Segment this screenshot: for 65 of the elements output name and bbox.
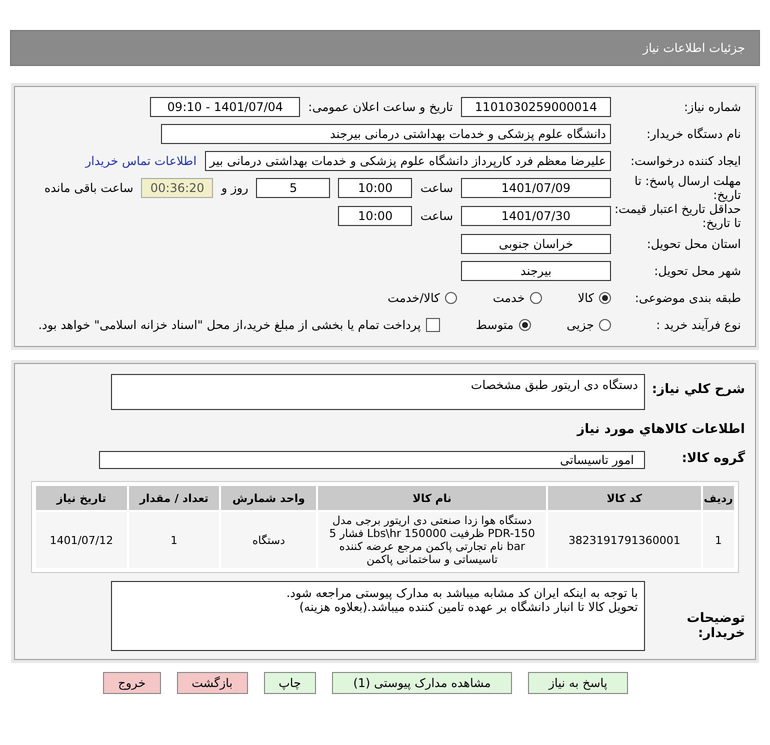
field-label: مهلت ارسال پاسخ: تا تاریخ: [633, 174, 742, 202]
notes-text: تحویل کالا تا انبار دانشگاه بر عهده تامین کننده میباشد.(بعلاوه هزینه) [298, 600, 638, 614]
radio-label: کالا/خدمت [388, 290, 440, 304]
notes-text: با توجه به اینکه ایران کد مشابه میباشد به مدارک پیوستی مراجعه شود. [285, 586, 638, 600]
field-label: شرح كلي نياز: [650, 381, 745, 397]
input-field[interactable]: علیرضا معظم فرد کارپرداز دانشگاه علوم پزشکی و خدمات بهداشتی درمانی بیر [204, 150, 611, 170]
input-field[interactable]: 1401/07/09 [461, 178, 611, 198]
field-label: استان محل تحویل: [646, 236, 742, 250]
field-label: نوع فرآیند خرید : [655, 318, 742, 332]
radio-label: متوسط [476, 318, 514, 332]
section-title: اطلاعات كالاهاي مورد نياز [576, 422, 745, 437]
input-field[interactable]: 10:00 [338, 206, 412, 226]
field-text: ساعت [420, 209, 453, 223]
radio-button[interactable] [599, 292, 611, 304]
action-button[interactable]: بازگشت [176, 672, 248, 694]
radio-label: خدمت [492, 290, 525, 304]
column-header: ردیف [702, 486, 734, 510]
action-button[interactable]: چاپ [264, 672, 316, 694]
field-label: طبقه بندی موضوعی: [634, 290, 742, 304]
input-field[interactable]: 1101030259000014 [461, 96, 611, 116]
field-label: گروه كالا: [680, 451, 745, 466]
field-text: تاریخ و ساعت اعلان عمومی: [308, 100, 453, 114]
table-cell: 1 [128, 512, 220, 568]
field-label: شهر محل تحویل: [653, 264, 742, 278]
field-text: ساعت باقی مانده [44, 181, 134, 195]
countdown-field: 00:36:20 [141, 178, 214, 198]
input-field: امور تاسیساتی [99, 451, 645, 469]
input-field[interactable]: 10:00 [338, 178, 412, 198]
radio-button[interactable] [599, 318, 611, 330]
page-title: جزئیات اطلاعات نیاز [642, 41, 745, 55]
table-cell: دستگاه هوا زدا صنعتی دی اریتور برجی مدل PDR-150 ظرفیت 150000 Lbs\hr فشار 5 bar نام تجارتی پاکمن مرجع عرضه کننده تاسیساتی و ساختمانی پاکمن [318, 512, 546, 568]
action-button[interactable]: مشاهده مدارک پیوستی (1) [332, 672, 512, 694]
input-field[interactable]: بیرجند [461, 260, 611, 280]
radio-label: کالا [578, 290, 594, 304]
input-field[interactable]: دانشگاه علوم پزشکی و خدمات بهداشتی درمانی بیرجند [161, 124, 611, 144]
table-cell: 1401/07/12 [36, 512, 127, 568]
field-label: حداقل تاریخ اعتبار قیمت: تا تاریخ: [613, 202, 742, 230]
input-field[interactable]: خراسان جنوبی [461, 234, 611, 254]
table-cell: 1 [702, 512, 734, 568]
field-label: شماره نیاز: [683, 100, 742, 114]
field-label: ایجاد کننده درخواست: [629, 154, 742, 168]
contact-link[interactable]: اطلاعات تماس خریدار [85, 154, 197, 168]
field-label: نام دستگاه خریدار: [646, 126, 742, 140]
radio-label: جزیی [566, 318, 594, 332]
field-text: ساعت [420, 181, 453, 195]
checkbox[interactable] [426, 318, 440, 332]
input-field[interactable]: 5 [256, 178, 330, 198]
input-field[interactable]: 1401/07/30 [461, 206, 611, 226]
radio-button[interactable] [530, 292, 542, 304]
input-field[interactable]: 1401/07/04 - 09:10 [150, 96, 300, 116]
column-header: واحد شمارش [221, 486, 316, 510]
action-button[interactable]: خروج [103, 672, 161, 694]
description-field: دستگاه دی اریتور طبق مشخصات [111, 374, 645, 410]
radio-button[interactable] [444, 292, 457, 304]
column-header: کد کالا [548, 486, 701, 510]
checkbox-label: پرداخت تمام یا بخشی از مبلغ خرید،از محل "اسناد خزانه اسلامی" خواهد بود. [38, 318, 421, 332]
radio-button[interactable] [518, 318, 531, 330]
field-label: توضیحات خریدار: [686, 610, 745, 641]
table-cell: دستگاه [221, 512, 316, 568]
field-text: روز و [221, 181, 248, 195]
column-header: تعداد / مقدار [128, 486, 220, 510]
column-header: تاریخ نیاز [36, 486, 127, 510]
column-header: نام کالا [318, 486, 546, 510]
action-button[interactable]: پاسخ به نیاز [528, 672, 628, 694]
table-cell: 3823191791360001 [548, 512, 701, 568]
